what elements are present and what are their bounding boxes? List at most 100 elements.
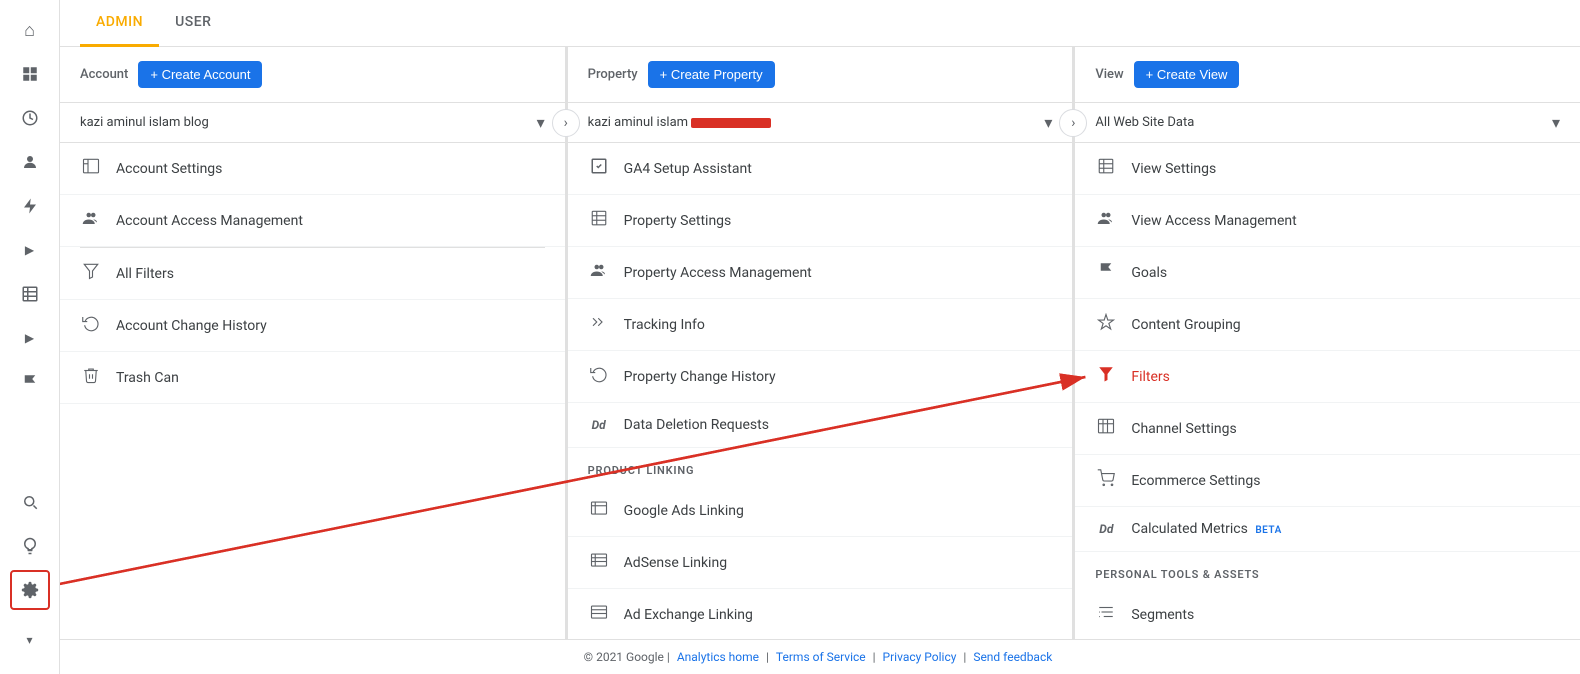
property-redacted bbox=[691, 118, 771, 128]
property-menu-items: GA4 Setup Assistant Property Settings Pr… bbox=[568, 143, 1073, 639]
sidebar-lightning-icon[interactable] bbox=[10, 186, 50, 226]
sidebar-bottom: ▾ bbox=[10, 482, 50, 674]
sidebar-expand2-icon[interactable]: ▶ bbox=[10, 318, 50, 358]
footer-analytics-home[interactable]: Analytics home bbox=[677, 650, 759, 664]
filters-label: Filters bbox=[1131, 369, 1560, 385]
adsense-label: AdSense Linking bbox=[624, 555, 1053, 571]
calculated-metrics-item[interactable]: Dd Calculated Metrics BETA bbox=[1075, 507, 1580, 552]
adsense-linking-item[interactable]: AdSense Linking bbox=[568, 537, 1073, 589]
google-ads-linking-item[interactable]: Google Ads Linking bbox=[568, 485, 1073, 537]
channel-settings-item[interactable]: Channel Settings bbox=[1075, 403, 1580, 455]
view-label: View bbox=[1095, 67, 1123, 82]
footer-copyright: © 2021 Google bbox=[584, 650, 664, 664]
sidebar-grid-icon[interactable] bbox=[10, 54, 50, 94]
all-filters-label: All Filters bbox=[116, 266, 545, 282]
sidebar-person-icon[interactable] bbox=[10, 142, 50, 182]
tracking-info-label: Tracking Info bbox=[624, 317, 1053, 333]
property-access-management-item[interactable]: Property Access Management bbox=[568, 247, 1073, 299]
create-property-button[interactable]: + Create Property bbox=[648, 61, 775, 88]
sidebar-clock-icon[interactable] bbox=[10, 98, 50, 138]
goals-item[interactable]: Goals bbox=[1075, 247, 1580, 299]
account-access-icon bbox=[80, 209, 102, 232]
account-access-management-item[interactable]: Account Access Management bbox=[60, 195, 565, 247]
content-grouping-icon bbox=[1095, 313, 1117, 336]
channel-settings-icon bbox=[1095, 417, 1117, 440]
beta-badge: BETA bbox=[1255, 525, 1281, 536]
calculated-metrics-label: Calculated Metrics BETA bbox=[1131, 521, 1560, 537]
view-selector-text: All Web Site Data bbox=[1095, 115, 1544, 130]
sidebar-expand3-icon[interactable]: ▾ bbox=[10, 620, 50, 660]
account-chevron-icon: ▾ bbox=[537, 113, 545, 132]
data-deletion-requests-item[interactable]: Dd Data Deletion Requests bbox=[568, 403, 1073, 448]
create-account-button[interactable]: + Create Account bbox=[138, 61, 262, 88]
property-change-history-label: Property Change History bbox=[624, 369, 1053, 385]
account-settings-icon bbox=[80, 157, 102, 180]
settings-icon[interactable] bbox=[10, 570, 50, 610]
footer-terms[interactable]: Terms of Service bbox=[776, 650, 866, 664]
ecommerce-icon bbox=[1095, 469, 1117, 492]
top-nav: ADMIN USER bbox=[60, 0, 1580, 47]
segments-icon bbox=[1095, 603, 1117, 626]
view-chevron-icon: ▾ bbox=[1552, 113, 1560, 132]
property-chevron-icon: ▾ bbox=[1044, 113, 1052, 132]
account-selector-text: kazi aminul islam blog bbox=[80, 115, 529, 130]
property-access-icon bbox=[588, 261, 610, 284]
property-selector-text: kazi aminul islam bbox=[588, 115, 1037, 130]
create-view-button[interactable]: + Create View bbox=[1134, 61, 1240, 88]
sidebar-flag-icon[interactable] bbox=[10, 362, 50, 402]
account-col-header: Account + Create Account bbox=[60, 47, 565, 103]
view-settings-item[interactable]: View Settings bbox=[1075, 143, 1580, 195]
tab-user[interactable]: USER bbox=[159, 0, 227, 47]
property-selector[interactable]: kazi aminul islam ▾ bbox=[568, 103, 1073, 143]
col-divider-2: › bbox=[1073, 47, 1075, 639]
col-arrow-1[interactable]: › bbox=[552, 109, 580, 137]
property-change-history-item[interactable]: Property Change History bbox=[568, 351, 1073, 403]
trash-can-label: Trash Can bbox=[116, 370, 545, 386]
account-column: Account + Create Account kazi aminul isl… bbox=[60, 47, 566, 639]
trash-can-item[interactable]: Trash Can bbox=[60, 352, 565, 404]
account-selector[interactable]: kazi aminul islam blog ▾ bbox=[60, 103, 565, 143]
view-access-icon bbox=[1095, 209, 1117, 232]
col-divider-1: › bbox=[566, 47, 568, 639]
filters-icon bbox=[1095, 365, 1117, 388]
goals-icon bbox=[1095, 261, 1117, 284]
sidebar-home-icon[interactable]: ⌂ bbox=[10, 10, 50, 50]
account-label: Account bbox=[80, 67, 128, 82]
all-filters-icon bbox=[80, 262, 102, 285]
product-linking-section-label: PRODUCT LINKING bbox=[568, 448, 1073, 485]
tab-admin[interactable]: ADMIN bbox=[80, 0, 159, 47]
account-access-label: Account Access Management bbox=[116, 213, 545, 229]
footer-privacy[interactable]: Privacy Policy bbox=[883, 650, 957, 664]
property-change-history-icon bbox=[588, 365, 610, 388]
all-filters-item[interactable]: All Filters bbox=[60, 248, 565, 300]
personal-tools-section-label: PERSONAL TOOLS & ASSETS bbox=[1075, 552, 1580, 589]
segments-item[interactable]: Segments bbox=[1075, 589, 1580, 639]
sidebar-expand-icon[interactable]: ▶ bbox=[10, 230, 50, 270]
ad-exchange-linking-item[interactable]: Ad Exchange Linking bbox=[568, 589, 1073, 639]
account-change-history-item[interactable]: Account Change History bbox=[60, 300, 565, 352]
tracking-info-item[interactable]: Tracking Info bbox=[568, 299, 1073, 351]
account-change-history-icon bbox=[80, 314, 102, 337]
footer: © 2021 Google | Analytics home | Terms o… bbox=[60, 639, 1580, 674]
account-settings-label: Account Settings bbox=[116, 161, 545, 177]
sidebar-table-icon[interactable] bbox=[10, 274, 50, 314]
calculated-metrics-icon: Dd bbox=[1095, 522, 1117, 536]
account-menu-items: Account Settings Account Access Manageme… bbox=[60, 143, 565, 639]
content-grouping-item[interactable]: Content Grouping bbox=[1075, 299, 1580, 351]
view-selector[interactable]: All Web Site Data ▾ bbox=[1075, 103, 1580, 143]
sidebar-explore-icon[interactable] bbox=[10, 482, 50, 522]
property-access-label: Property Access Management bbox=[624, 265, 1053, 281]
ga4-setup-item[interactable]: GA4 Setup Assistant bbox=[568, 143, 1073, 195]
property-label: Property bbox=[588, 67, 638, 82]
filters-item[interactable]: Filters bbox=[1075, 351, 1580, 403]
footer-feedback[interactable]: Send feedback bbox=[973, 650, 1052, 664]
property-settings-item[interactable]: Property Settings bbox=[568, 195, 1073, 247]
view-access-management-item[interactable]: View Access Management bbox=[1075, 195, 1580, 247]
admin-content: Account + Create Account kazi aminul isl… bbox=[60, 47, 1580, 639]
account-settings-item[interactable]: Account Settings bbox=[60, 143, 565, 195]
channel-settings-label: Channel Settings bbox=[1131, 421, 1560, 437]
sidebar-lightbulb-icon[interactable] bbox=[10, 526, 50, 566]
ga4-setup-label: GA4 Setup Assistant bbox=[624, 161, 1053, 177]
ecommerce-settings-item[interactable]: Ecommerce Settings bbox=[1075, 455, 1580, 507]
data-deletion-label: Data Deletion Requests bbox=[624, 417, 1053, 433]
